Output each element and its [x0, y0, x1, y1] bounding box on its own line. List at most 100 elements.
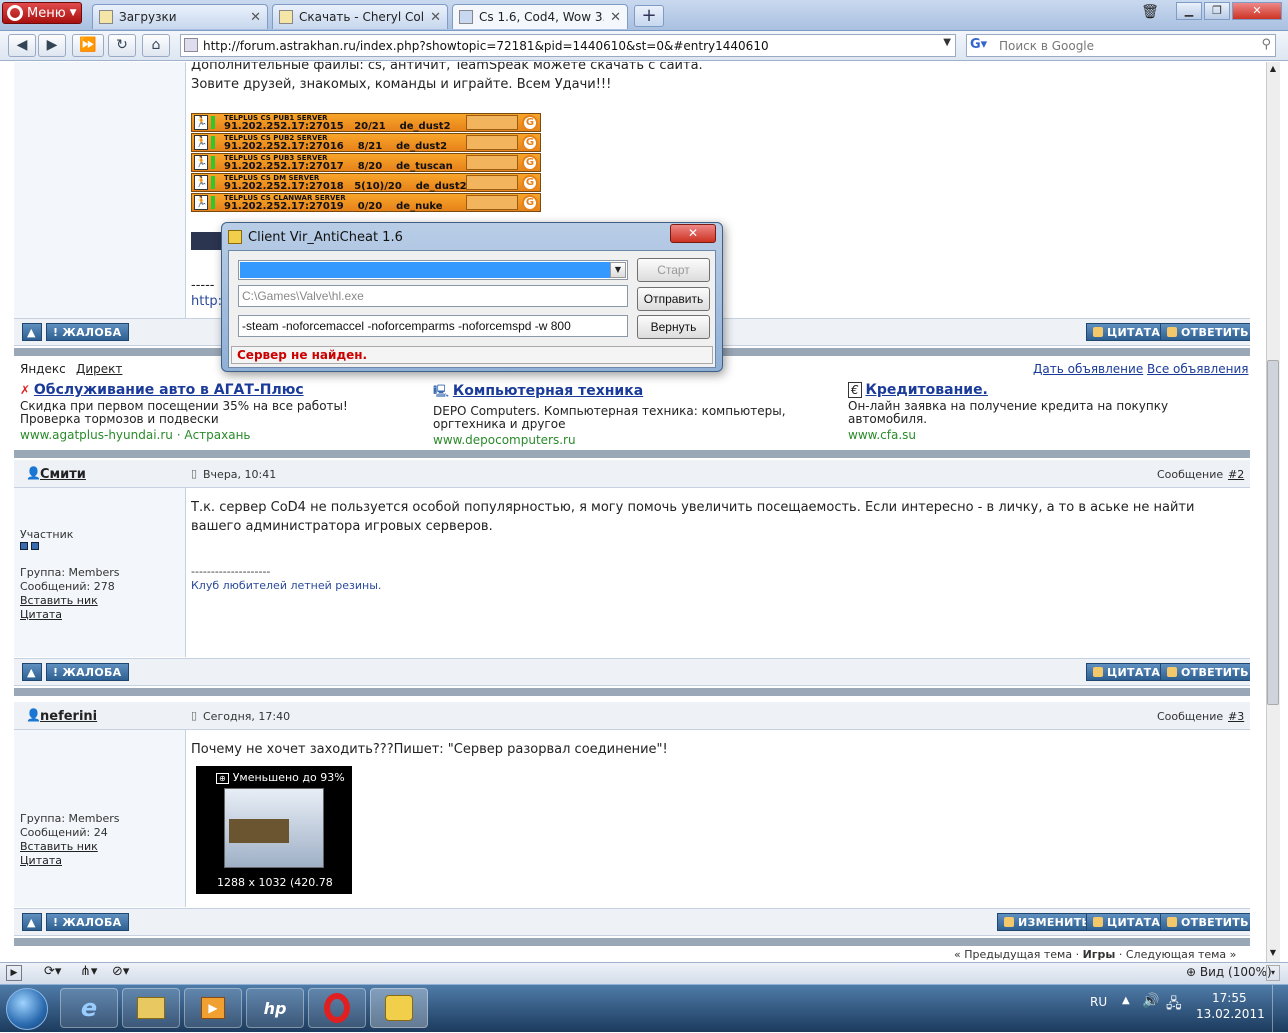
- post-author[interactable]: Смити: [40, 467, 86, 482]
- quote-button[interactable]: ЦИТАТА: [1086, 323, 1168, 341]
- scroll-down-arrow-icon[interactable]: ▼: [1267, 948, 1279, 960]
- clock-time[interactable]: 17:55: [1212, 991, 1247, 1005]
- block-icon[interactable]: ⊘▾: [112, 964, 129, 979]
- server-banner[interactable]: 🏃 TELPLUS CS PUB3 SERVER 91.202.252.17:2…: [191, 153, 541, 172]
- launch-params-field[interactable]: -steam -noforcemaccel -noforcemparms -no…: [238, 315, 628, 337]
- runner-icon: 🏃: [194, 115, 208, 130]
- close-icon[interactable]: ✕: [430, 10, 441, 25]
- windows-taskbar: e ▶ hp RU ▲ 🔊 🖧 17:55 13.02.2011: [0, 984, 1288, 1033]
- post3-header: 👤 neferini ▯ Сегодня, 17:40 Сообщение #3: [14, 702, 1250, 730]
- forward-button[interactable]: ▶: [38, 34, 66, 57]
- reload-button[interactable]: ↻: [108, 34, 136, 57]
- message-number-link[interactable]: #2: [1228, 468, 1244, 482]
- player-graph: [466, 115, 518, 130]
- trash-icon[interactable]: 🗑: [1140, 4, 1160, 24]
- chevron-down-icon[interactable]: ▼: [610, 262, 626, 278]
- user-icon: 👤: [26, 708, 41, 722]
- tab-downloads[interactable]: Загрузки ✕: [92, 4, 268, 29]
- back-button[interactable]: ◀: [8, 34, 36, 57]
- complaint-button[interactable]: ! ЖАЛОБА: [46, 323, 129, 341]
- share-icon[interactable]: ⋔▾: [80, 964, 97, 979]
- opera-menu-button[interactable]: Меню ▼: [2, 2, 82, 24]
- scroll-up-button[interactable]: ▲: [22, 323, 42, 341]
- explorer-icon[interactable]: [122, 988, 180, 1028]
- fast-forward-button[interactable]: ⏩: [72, 34, 104, 57]
- give-ad-link[interactable]: Дать объявление: [1033, 362, 1143, 376]
- post-author[interactable]: neferini: [40, 709, 97, 724]
- server-banner[interactable]: 🏃 TELPLUS CS PUB1 SERVER 91.202.252.17:2…: [191, 113, 541, 132]
- tab-cheryl-cole[interactable]: Скачать - Cheryl Cole ... ✕: [272, 4, 448, 29]
- google-icon: G▾: [970, 37, 988, 52]
- ie-icon[interactable]: e: [60, 988, 118, 1028]
- clock-date[interactable]: 13.02.2011: [1196, 1007, 1265, 1021]
- start-button[interactable]: [6, 988, 48, 1030]
- restore-button[interactable]: Вернуть: [637, 315, 710, 339]
- tray-expand-icon[interactable]: ▲: [1122, 995, 1130, 1006]
- search-input[interactable]: G▾ Поиск в Google ⚲: [966, 34, 1276, 57]
- search-icon[interactable]: ⚲: [1261, 37, 1271, 52]
- quote-button[interactable]: ЦИТАТА: [1086, 663, 1168, 681]
- network-icon[interactable]: 🖧: [1166, 993, 1182, 1017]
- show-desktop-button[interactable]: [1272, 985, 1288, 1033]
- game-path-field[interactable]: C:\Games\Valve\hl.exe: [238, 285, 628, 307]
- home-button[interactable]: ⌂: [142, 34, 170, 57]
- ad-item[interactable]: € Кредитование. Он-лайн заявка на получе…: [848, 382, 1238, 442]
- opera-icon[interactable]: [308, 988, 366, 1028]
- server-banner[interactable]: 🏃 TELPLUS CS CLANWAR SERVER 91.202.252.1…: [191, 193, 541, 212]
- message-number-link[interactable]: #3: [1228, 710, 1244, 724]
- hp-icon[interactable]: hp: [246, 988, 304, 1028]
- address-bar[interactable]: http://forum.astrakhan.ru/index.php?show…: [180, 34, 956, 57]
- reply-button[interactable]: ОТВЕТИТЬ: [1160, 323, 1250, 341]
- separator: [14, 450, 1250, 458]
- tab-cs-forum[interactable]: Cs 1.6, Cod4, Wow 3.3.... ✕: [452, 4, 628, 29]
- status-message: Сервер не найден.: [231, 346, 713, 364]
- edit-button[interactable]: ИЗМЕНИТЬ: [997, 913, 1098, 931]
- runner-icon: 🏃: [194, 155, 208, 170]
- complaint-button[interactable]: ! ЖАЛОБА: [46, 663, 129, 681]
- volume-icon[interactable]: 🔊: [1142, 993, 1159, 1009]
- panel-toggle-icon[interactable]: ▶: [6, 965, 22, 981]
- zoom-control[interactable]: ⊕ Вид (100%): [1186, 965, 1272, 979]
- anticheat-app-icon[interactable]: [370, 988, 428, 1028]
- topic-nav-links[interactable]: « Предыдущая тема · Игры · Следующая тем…: [954, 948, 1236, 962]
- media-player-icon[interactable]: ▶: [184, 988, 242, 1028]
- ad-item[interactable]: ✗ Обслуживание авто в АГАТ-Плюс Скидка п…: [20, 382, 410, 442]
- new-tab-button[interactable]: +: [634, 5, 664, 27]
- server-banner[interactable]: 🏃 TELPLUS CS PUB2 SERVER 91.202.252.17:2…: [191, 133, 541, 152]
- refresh-icon: G: [522, 135, 538, 151]
- quote-button[interactable]: ЦИТАТА: [1086, 913, 1168, 931]
- post3-footer: ▲ ! ЖАЛОБА ИЗМЕНИТЬ ЦИТАТА ОТВЕТИТЬ: [14, 908, 1250, 936]
- direct-link[interactable]: Директ: [76, 362, 122, 376]
- dialog-titlebar[interactable]: Client Vir_AntiCheat 1.6: [228, 227, 708, 247]
- send-button[interactable]: Отправить: [637, 287, 710, 311]
- reply-button[interactable]: ОТВЕТИТЬ: [1160, 913, 1250, 931]
- start-button[interactable]: Старт: [637, 258, 710, 282]
- scroll-up-button[interactable]: ▲: [22, 663, 42, 681]
- insert-nick-link[interactable]: Вставить ник: [20, 594, 98, 608]
- scroll-up-arrow-icon[interactable]: ▲: [1267, 64, 1279, 76]
- scrollbar-thumb[interactable]: [1267, 360, 1279, 705]
- server-banner[interactable]: 🏃 TELPLUS CS DM SERVER 91.202.252.17:270…: [191, 173, 541, 192]
- chevron-down-icon[interactable]: ▾: [1266, 965, 1280, 981]
- complaint-button[interactable]: ! ЖАЛОБА: [46, 913, 129, 931]
- sync-icon[interactable]: ⟳▾: [44, 964, 61, 979]
- quote-link[interactable]: Цитата: [20, 608, 62, 622]
- signature-link[interactable]: http:: [191, 292, 222, 311]
- close-icon[interactable]: ✕: [250, 10, 261, 25]
- window-close-button[interactable]: ✕: [1232, 2, 1282, 20]
- image-thumbnail[interactable]: ⊕ Уменьшено до 93% 1288 x 1032 (420.78: [196, 766, 352, 894]
- separator: [14, 688, 1250, 696]
- language-indicator[interactable]: RU: [1090, 995, 1107, 1009]
- maximize-button[interactable]: ❐: [1204, 2, 1230, 20]
- close-icon[interactable]: ✕: [610, 10, 621, 25]
- quote-link[interactable]: Цитата: [20, 854, 62, 868]
- server-select[interactable]: ▼: [238, 260, 628, 280]
- scroll-up-button[interactable]: ▲: [22, 913, 42, 931]
- reply-button[interactable]: ОТВЕТИТЬ: [1160, 663, 1250, 681]
- ad-item[interactable]: 🖳 Компьютерная техника DEPO Computers. К…: [433, 382, 813, 447]
- minimize-button[interactable]: ▁: [1176, 2, 1202, 20]
- dialog-close-button[interactable]: ✕: [670, 224, 716, 243]
- insert-nick-link[interactable]: Вставить ник: [20, 840, 98, 854]
- chevron-down-icon[interactable]: ▼: [943, 37, 951, 48]
- all-ads-link[interactable]: Все объявления: [1147, 362, 1248, 376]
